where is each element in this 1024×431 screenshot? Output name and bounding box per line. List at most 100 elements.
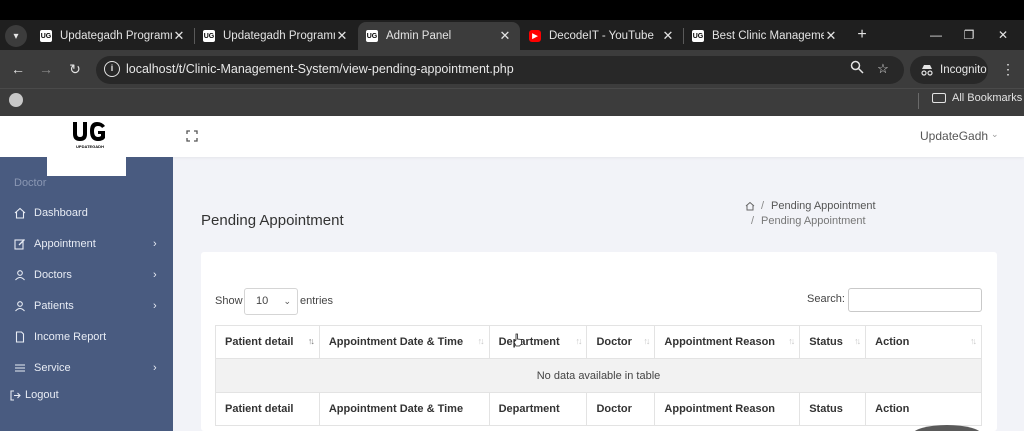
globe-icon[interactable] [9,93,23,107]
page-size-value: 10 [256,295,269,307]
site-info-icon[interactable]: i [104,61,120,77]
logout-link[interactable]: Logout [10,389,59,401]
bookmarks-divider [918,93,919,109]
chevron-right-icon: › [153,300,157,312]
tab-title: Admin Panel [386,30,452,42]
file-icon [15,331,25,343]
footer-patient-detail: Patient detail [215,392,320,426]
youtube-icon: ▶ [529,30,541,42]
sidebar-item-label: Service [34,362,71,374]
zoom-icon[interactable] [848,60,866,78]
browser-tab[interactable]: UG Best Clinic Management ✕ [684,22,846,50]
search-label: Search: [807,293,845,305]
sidebar-item-label: Doctors [34,269,72,281]
browser-tab[interactable]: ▶ DecodeIT - YouTube ✕ [521,22,683,50]
sidebar-item-label: Patients [34,300,74,312]
column-header-patient-detail[interactable]: Patient detail ↑↓ [215,325,320,359]
sort-icon: ↑↓ [788,336,795,346]
tab-search-icon[interactable]: ▾ [5,25,27,47]
table-footer-row: Patient detail Appointment Date & Time D… [215,392,982,426]
sidebar-item-appointment[interactable]: Appointment › [0,231,173,257]
column-label: Status [809,336,843,348]
fullscreen-icon[interactable] [186,130,198,142]
chevron-right-icon: › [153,269,157,281]
tab-title: Updategadh Programmin [223,30,335,42]
sidebar-item-label: Dashboard [34,207,88,219]
column-header-appointment-date[interactable]: Appointment Date & Time ↑↓ [318,325,490,359]
column-header-status[interactable]: Status ↑↓ [799,325,867,359]
column-label: Appointment Date & Time [328,336,464,348]
sort-icon: ↑↓ [643,336,650,346]
tab-close-icon[interactable]: ✕ [172,28,186,44]
close-window-icon[interactable]: ✕ [993,25,1013,45]
footer-doctor: Doctor [586,392,656,426]
footer-action: Action [865,392,982,426]
updategadh-favicon-icon: UG [40,30,52,42]
browser-tab-active[interactable]: UG Admin Panel ✕ [358,22,520,50]
breadcrumb-separator: / [761,200,765,212]
tab-title: DecodeIT - YouTube [549,30,654,42]
column-label: Patient detail [225,336,294,348]
sidebar-item-service[interactable]: Service › [0,355,173,381]
sidebar-heading: Doctor [14,177,47,189]
browser-tab[interactable]: UG Updategadh Programmin ✕ [32,22,194,50]
chevron-right-icon: › [153,362,157,374]
home-icon[interactable] [745,201,755,211]
page-size-select[interactable]: 10 ⌄ [244,288,298,315]
reload-icon[interactable]: ↻ [65,59,85,79]
logout-label: Logout [25,389,59,401]
sidebar-item-doctors[interactable]: Doctors › [0,262,173,288]
column-header-doctor[interactable]: Doctor ↑↓ [586,325,656,359]
incognito-badge[interactable]: Incognito [910,56,988,84]
column-header-action[interactable]: Action ↑↓ [865,325,982,359]
all-bookmarks-label: All Bookmarks [952,92,1023,104]
updategadh-favicon-icon: UG [203,30,215,42]
chevron-down-icon: ⌄ [283,296,291,306]
footer-appointment-reason: Appointment Reason [654,392,801,426]
new-tab-icon[interactable]: + [852,25,872,45]
forward-arrow-icon[interactable]: → [36,59,56,79]
minimize-icon[interactable]: — [926,25,946,45]
tab-close-icon[interactable]: ✕ [335,28,349,44]
logo-subtitle: UPDATEGADH [76,144,104,149]
back-arrow-icon[interactable]: ← [8,59,28,79]
sidebar-item-income-report[interactable]: Income Report [0,324,173,350]
footer-appointment-date: Appointment Date & Time [318,392,490,426]
sidebar-item-patients[interactable]: Patients › [0,293,173,319]
hand-cursor-icon [513,333,522,347]
user-menu[interactable]: UpdateGadh [920,129,988,143]
breadcrumb-current: Pending Appointment [771,200,876,212]
browser-menu-icon[interactable]: ⋮ [998,59,1018,79]
sort-icon: ↑↓ [970,336,977,346]
tab-title: Best Clinic Management [712,30,824,42]
logout-icon [10,389,21,401]
footer-department: Department [488,392,588,426]
search-input[interactable] [848,288,982,312]
updategadh-favicon-icon: UG [366,30,378,42]
empty-table-message: No data available in table [215,358,982,393]
restore-icon[interactable]: ❐ [959,25,979,45]
ug-logo [73,122,105,141]
folder-icon [932,93,946,103]
list-icon [15,364,25,372]
sort-icon: ↑↓ [854,336,861,346]
tab-close-icon[interactable]: ✕ [498,28,512,44]
tab-title: Updategadh Programmin [60,30,172,42]
sidebar-item-dashboard[interactable]: Dashboard [0,200,173,226]
breadcrumb-current-secondary: Pending Appointment [761,215,866,227]
column-header-appointment-reason[interactable]: Appointment Reason ↑↓ [654,325,801,359]
page-title: Pending Appointment [201,212,344,229]
sort-icon: ↑↓ [477,336,485,346]
chevron-down-icon[interactable]: ⌄ [991,129,999,140]
appointments-table: Patient detail ↑↓ Appointment Date & Time… [215,325,982,426]
user-icon [15,270,25,281]
incognito-icon [921,65,933,76]
column-header-department[interactable]: Department ↑↓ [488,325,588,359]
all-bookmarks-button[interactable]: All Bookmarks [932,92,1022,104]
tab-close-icon[interactable]: ✕ [824,28,838,44]
bookmark-star-icon[interactable]: ☆ [874,60,892,78]
tab-close-icon[interactable]: ✕ [661,28,675,44]
browser-tab[interactable]: UG Updategadh Programmin ✕ [195,22,357,50]
url-text[interactable]: localhost/t/Clinic-Management-System/vie… [126,62,514,76]
home-icon [14,207,26,219]
